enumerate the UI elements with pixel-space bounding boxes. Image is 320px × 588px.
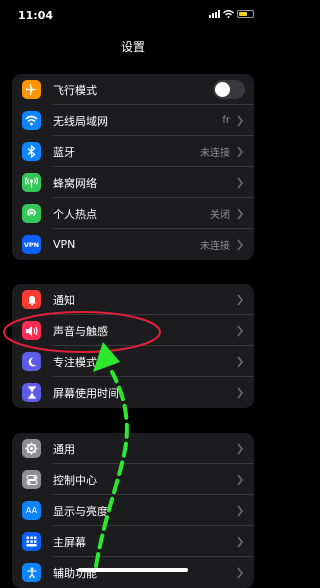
settings-row-wifi[interactable]: 无线局域网 fr <box>12 105 254 136</box>
hourglass-icon <box>22 383 41 402</box>
chevron-right-icon <box>237 387 244 398</box>
chevron-right-icon <box>237 146 244 157</box>
focus-label: 专注模式 <box>53 355 97 369</box>
speaker-icon <box>22 321 41 340</box>
settings-row-screen-time[interactable]: 屏幕使用时间 <box>12 377 254 408</box>
chevron-right-icon <box>237 208 244 219</box>
display-brightness-icon: AA <box>22 501 41 520</box>
settings-row-general[interactable]: 通用 <box>12 433 254 464</box>
settings-row-bluetooth[interactable]: 蓝牙 未连接 <box>12 136 254 167</box>
settings-row-control-center[interactable]: 控制中心 <box>12 464 254 495</box>
bluetooth-icon <box>22 142 41 161</box>
hotspot-value: 关闭 <box>210 210 230 221</box>
display-brightness-label: 显示与亮度 <box>53 504 108 518</box>
chevron-right-icon <box>237 443 244 454</box>
notifications-label: 通知 <box>53 293 75 307</box>
status-bar: 11:04 <box>0 0 266 30</box>
gear-icon <box>22 439 41 458</box>
cellular-label: 蜂窝网络 <box>53 176 97 190</box>
moon-icon <box>22 352 41 371</box>
chevron-right-icon <box>237 356 244 367</box>
chevron-right-icon <box>237 239 244 250</box>
status-icons <box>209 10 254 18</box>
settings-row-home-screen[interactable]: 主屏幕 <box>12 526 254 557</box>
settings-row-display-brightness[interactable]: AA 显示与亮度 <box>12 495 254 526</box>
display-icon-text: AA <box>25 506 38 515</box>
airplane-mode-label: 飞行模式 <box>53 83 97 97</box>
sounds-haptics-label: 声音与触感 <box>53 324 108 338</box>
vpn-icon: VPN <box>22 235 41 254</box>
airplane-icon <box>22 80 41 99</box>
wifi-label: 无线局域网 <box>53 114 108 128</box>
settings-row-cellular[interactable]: 蜂窝网络 <box>12 167 254 198</box>
wifi-value: fr <box>222 115 230 126</box>
accessibility-icon <box>22 563 41 582</box>
chevron-right-icon <box>237 294 244 305</box>
bluetooth-label: 蓝牙 <box>53 145 75 159</box>
notification-bell-icon <box>22 290 41 309</box>
settings-row-accessibility[interactable]: 辅助功能 <box>12 557 254 588</box>
control-center-label: 控制中心 <box>53 473 97 487</box>
settings-row-sounds-haptics[interactable]: 声音与触感 <box>12 315 254 346</box>
signal-icon <box>209 10 220 18</box>
connectivity-group: 飞行模式 无线局域网 fr 蓝牙 未连接 蜂窝网络 个人热点 关闭 VPN VP… <box>12 74 254 260</box>
vpn-icon-text: VPN <box>23 240 40 249</box>
settings-row-focus[interactable]: 专注模式 <box>12 346 254 377</box>
wifi-status-icon <box>223 10 234 18</box>
chevron-right-icon <box>237 325 244 336</box>
chevron-right-icon <box>237 536 244 547</box>
chevron-right-icon <box>237 474 244 485</box>
airplane-mode-toggle[interactable] <box>213 80 245 99</box>
home-screen-icon <box>22 532 41 551</box>
chevron-right-icon <box>237 115 244 126</box>
chevron-right-icon <box>237 567 244 578</box>
cellular-icon <box>22 173 41 192</box>
status-time: 11:04 <box>18 9 54 22</box>
bluetooth-value: 未连接 <box>200 148 230 159</box>
notifications-group: 通知 声音与触感 专注模式 屏幕使用时间 <box>12 284 254 408</box>
settings-row-airplane-mode[interactable]: 飞行模式 <box>12 74 254 105</box>
page-title: 设置 <box>120 40 145 54</box>
chevron-right-icon <box>237 177 244 188</box>
vpn-value: 未连接 <box>200 241 230 252</box>
accessibility-label: 辅助功能 <box>53 566 97 580</box>
settings-row-vpn[interactable]: VPN VPN 未连接 <box>12 229 254 260</box>
control-center-icon <box>22 470 41 489</box>
settings-row-hotspot[interactable]: 个人热点 关闭 <box>12 198 254 229</box>
chevron-right-icon <box>237 505 244 516</box>
battery-icon <box>237 10 254 18</box>
wifi-icon <box>22 111 41 130</box>
hotspot-icon <box>22 204 41 223</box>
vpn-label: VPN <box>53 238 76 251</box>
general-group: 通用 控制中心 AA 显示与亮度 主屏幕 辅助功能 <box>12 433 254 588</box>
settings-row-notifications[interactable]: 通知 <box>12 284 254 315</box>
screen-time-label: 屏幕使用时间 <box>53 386 119 400</box>
hotspot-label: 个人热点 <box>53 207 97 221</box>
home-indicator[interactable] <box>78 568 188 572</box>
home-screen-label: 主屏幕 <box>53 535 86 549</box>
general-label: 通用 <box>53 442 75 456</box>
